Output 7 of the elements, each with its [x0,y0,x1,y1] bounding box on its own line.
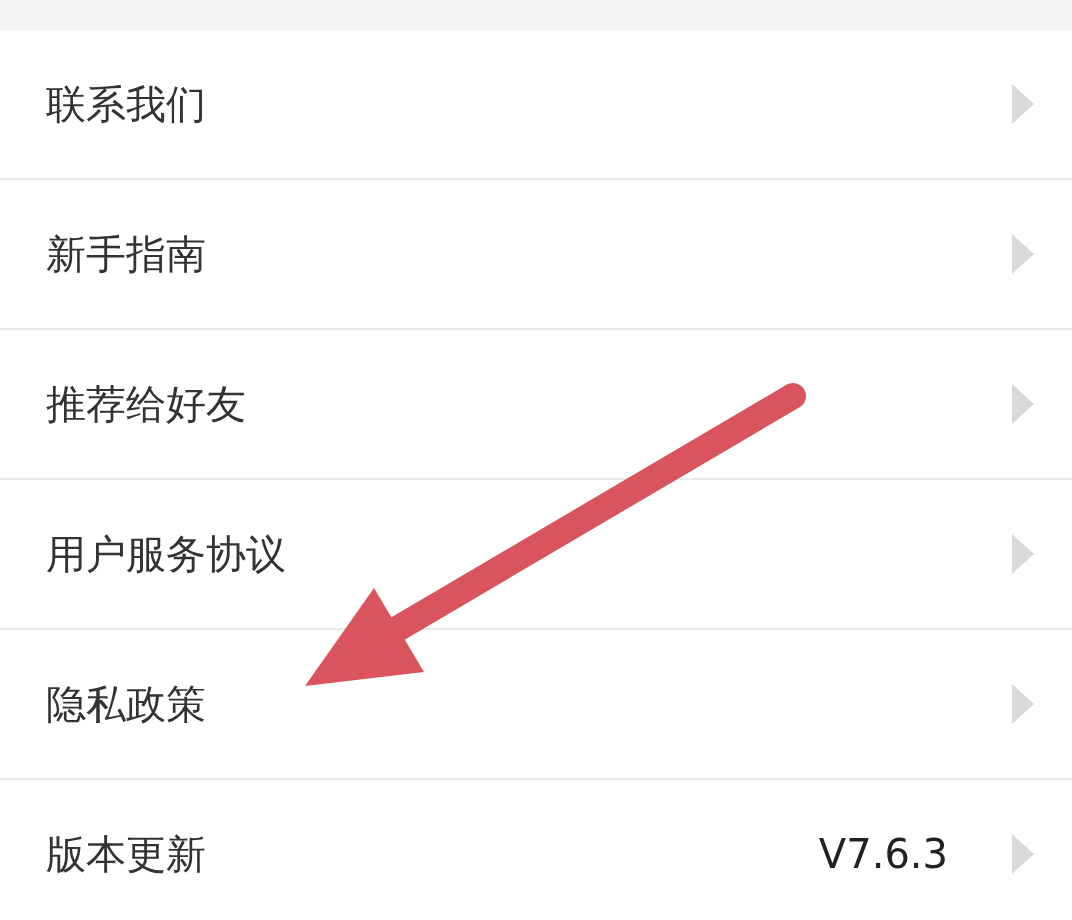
chevron-icon [1012,384,1034,424]
chevron-icon [1012,234,1034,274]
chevron-icon [1012,534,1034,574]
version-text: V7.6.3 [818,831,948,877]
chevron-icon [1012,684,1034,724]
chevron-icon [1012,834,1034,874]
chevron-icon [1012,84,1034,124]
